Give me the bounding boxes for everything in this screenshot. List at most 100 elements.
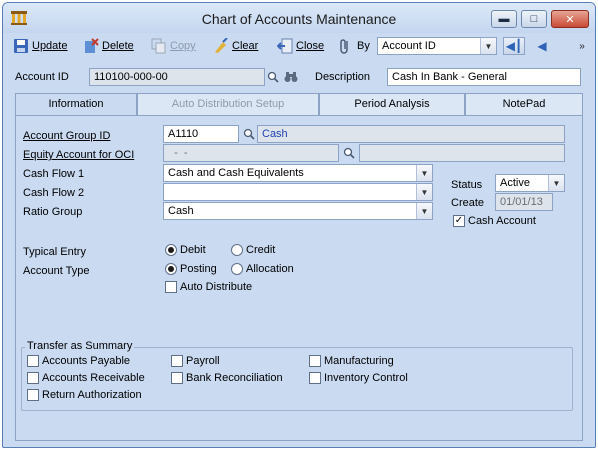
allocation-label: Allocation — [246, 263, 294, 275]
accounts-payable-label: Accounts Payable — [42, 355, 131, 367]
account-group-description: Cash — [257, 125, 565, 143]
bank-reconciliation-checkbox[interactable]: Bank Reconciliation — [171, 372, 283, 384]
checkbox-empty-icon — [165, 281, 177, 293]
search-icon — [243, 128, 255, 140]
accounts-receivable-checkbox[interactable]: Accounts Receivable — [27, 372, 145, 384]
inventory-control-label: Inventory Control — [324, 372, 408, 384]
clear-button[interactable]: Clear — [213, 37, 258, 55]
delete-label: Delete — [102, 40, 134, 52]
checkbox-empty-icon — [171, 372, 183, 384]
status-label: Status — [451, 179, 483, 191]
clear-icon — [215, 38, 228, 53]
account-group-id-input[interactable]: A1110 — [163, 125, 239, 143]
equity-account-lookup-button[interactable] — [341, 144, 357, 162]
equity-account-oci-input[interactable]: - - — [163, 144, 339, 162]
cash-flow-2-select[interactable]: ▼ — [163, 183, 433, 201]
inventory-control-checkbox[interactable]: Inventory Control — [309, 372, 408, 384]
auto-distribute-label: Auto Distribute — [180, 281, 253, 293]
account-lookup-button[interactable] — [265, 68, 281, 86]
transfer-summary-title: Transfer as Summary — [25, 340, 135, 352]
chevron-down-icon[interactable]: ▼ — [548, 175, 564, 191]
allocation-radio[interactable]: Allocation — [231, 263, 294, 275]
previous-record-button[interactable]: ◀ — [531, 37, 553, 55]
chevron-down-icon[interactable]: ▼ — [480, 38, 496, 54]
equity-account-oci-label[interactable]: Equity Account for OCI — [23, 149, 134, 161]
update-button[interactable]: Update — [13, 37, 67, 55]
chevron-down-icon[interactable]: ▼ — [416, 203, 432, 219]
tab-notepad[interactable]: NotePad — [465, 93, 583, 115]
account-type-label: Account Type — [23, 265, 90, 277]
credit-radio[interactable]: Credit — [231, 244, 275, 256]
paperclip-icon — [340, 39, 348, 54]
cash-flow-1-label: Cash Flow 1 — [23, 168, 85, 180]
maximize-icon: □ — [530, 13, 538, 25]
account-id-input[interactable]: 110100-000-00 — [89, 68, 265, 86]
toolbar: Update Delete Copy Clear Close By Accoun… — [3, 33, 595, 59]
equity-account-description — [359, 144, 565, 162]
maximize-button[interactable]: □ — [521, 10, 547, 28]
chevron-down-icon[interactable]: ▼ — [416, 165, 432, 181]
delete-icon — [85, 38, 99, 53]
account-group-lookup-button[interactable] — [241, 125, 257, 143]
radio-empty-icon — [231, 263, 243, 275]
return-authorization-checkbox[interactable]: Return Authorization — [27, 389, 142, 401]
more-options-button[interactable]: » — [571, 37, 593, 55]
attach-button[interactable] — [337, 37, 353, 55]
typical-entry-label: Typical Entry — [23, 246, 86, 258]
ratio-group-label: Ratio Group — [23, 206, 83, 218]
chevron-down-icon[interactable]: ▼ — [416, 184, 432, 200]
close-button[interactable]: Close — [277, 37, 324, 55]
checkbox-empty-icon — [27, 372, 39, 384]
accounts-receivable-label: Accounts Receivable — [42, 372, 145, 384]
radio-selected-icon — [165, 244, 177, 256]
clear-label: Clear — [232, 40, 259, 52]
ratio-group-select[interactable]: Cash ▼ — [163, 202, 433, 220]
checkbox-empty-icon — [171, 355, 183, 367]
create-date-field: 01/01/13 — [495, 193, 553, 211]
cash-flow-1-select[interactable]: Cash and Cash Equivalents ▼ — [163, 164, 433, 182]
debit-radio[interactable]: Debit — [165, 244, 206, 256]
sort-by-select[interactable]: Account ID ▼ — [377, 37, 497, 55]
status-select[interactable]: Active ▼ — [495, 174, 565, 192]
description-label: Description — [315, 71, 371, 83]
manufacturing-checkbox[interactable]: Manufacturing — [309, 355, 394, 367]
cash-account-checkbox[interactable]: ✓ Cash Account — [453, 215, 536, 227]
search-icon — [267, 71, 279, 83]
posting-radio[interactable]: Posting — [165, 263, 217, 275]
binoculars-icon — [284, 72, 298, 82]
account-browse-button[interactable] — [283, 68, 299, 86]
ratio-group-value: Cash — [168, 205, 194, 217]
close-label: Close — [296, 40, 325, 52]
create-label: Create — [451, 197, 485, 209]
tab-information[interactable]: Information — [15, 93, 137, 115]
tab-period-analysis[interactable]: Period Analysis — [319, 93, 465, 115]
cash-flow-2-label: Cash Flow 2 — [23, 187, 85, 199]
status-value: Active — [500, 177, 530, 189]
debit-label: Debit — [180, 244, 206, 256]
previous-record-icon: ◀ — [537, 39, 547, 53]
copy-button[interactable]: Copy — [151, 37, 196, 55]
accounts-payable-checkbox[interactable]: Accounts Payable — [27, 355, 130, 367]
payroll-checkbox[interactable]: Payroll — [171, 355, 220, 367]
copy-icon — [151, 38, 166, 54]
bank-reconciliation-label: Bank Reconciliation — [186, 372, 283, 384]
tab-strip: Information Auto Distribution Setup Peri… — [15, 93, 583, 115]
sort-by-value: Account ID — [382, 40, 436, 52]
checkbox-empty-icon — [309, 372, 321, 384]
cash-account-label: Cash Account — [468, 215, 536, 227]
posting-label: Posting — [180, 263, 217, 275]
radio-selected-icon — [165, 263, 177, 275]
close-doc-icon — [277, 38, 293, 54]
first-record-button[interactable]: ◀┃ — [503, 37, 525, 55]
window: Chart of Accounts Maintenance ▬ □ ✕ Upda… — [2, 2, 596, 448]
description-input[interactable]: Cash In Bank - General — [387, 68, 581, 86]
first-record-icon: ◀┃ — [505, 39, 523, 53]
account-id-label: Account ID — [15, 71, 69, 83]
minimize-button[interactable]: ▬ — [491, 10, 517, 28]
delete-button[interactable]: Delete — [83, 37, 134, 55]
account-group-id-label[interactable]: Account Group ID — [23, 130, 110, 142]
by-label-text: By — [357, 40, 370, 52]
close-window-button[interactable]: ✕ — [551, 10, 589, 28]
auto-distribute-checkbox[interactable]: Auto Distribute — [165, 281, 252, 293]
tab-auto-distribution-setup[interactable]: Auto Distribution Setup — [137, 93, 319, 115]
